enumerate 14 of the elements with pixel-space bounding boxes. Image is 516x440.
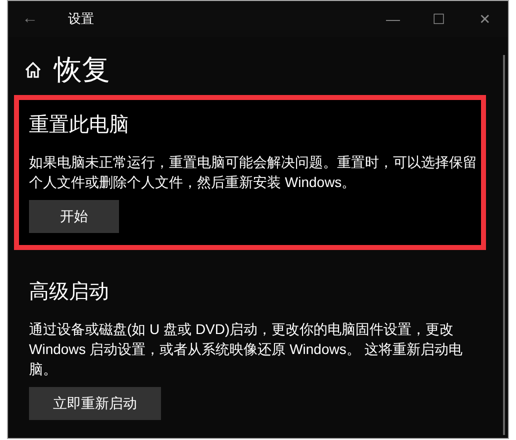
minimize-button[interactable]: — [370,8,416,30]
action-button[interactable]: 开始 [29,200,119,233]
action-button[interactable]: 立即重新启动 [29,386,161,420]
section-title: 重置此电脑 [29,112,130,138]
close-button[interactable]: ✕ [462,8,508,30]
section-title: 高级启动 [29,280,110,305]
home-icon[interactable] [24,60,42,79]
window-title: 设置 [68,10,94,28]
scrollbar[interactable] [503,55,505,435]
maximize-button[interactable]: ☐ [416,8,462,30]
section-description: 通过设备或磁盘(如 U 盘或 DVD)启动，更改你的电脑固件设置，更改 Windows 启动设置，或者从系统映像还原 Windows。 这将重新启动电脑。 [29,320,464,379]
section-description: 如果电脑未正常运行，重置电脑可能会解决问题。重置时，可以选择保留个人文件或删除个人文件，然后重新安装 Windows。 [29,152,478,192]
back-button[interactable]: ← [8,7,52,31]
page-title: 恢复 [54,53,110,87]
